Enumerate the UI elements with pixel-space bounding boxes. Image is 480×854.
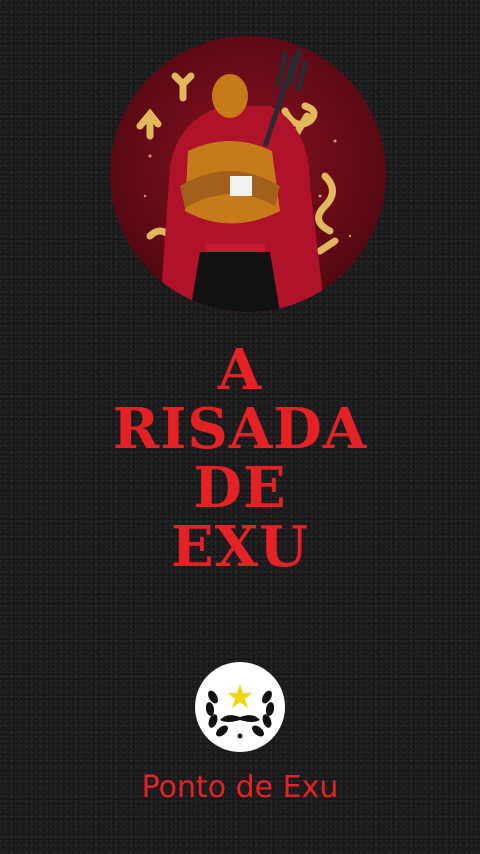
exu-figure-trident-icon	[136, 48, 352, 312]
footer-label: Ponto de Exu	[141, 770, 339, 805]
title-line-4: EXU	[171, 514, 309, 580]
title-line-2: RISADA	[112, 396, 368, 462]
avatar	[110, 36, 386, 312]
channel-logo	[195, 662, 285, 752]
title-line-3: DE	[193, 455, 287, 521]
laurel-star-mustache-icon	[205, 684, 275, 739]
page-title: A RISADA DE EXU	[0, 337, 480, 580]
title-line-1: A	[217, 337, 263, 403]
